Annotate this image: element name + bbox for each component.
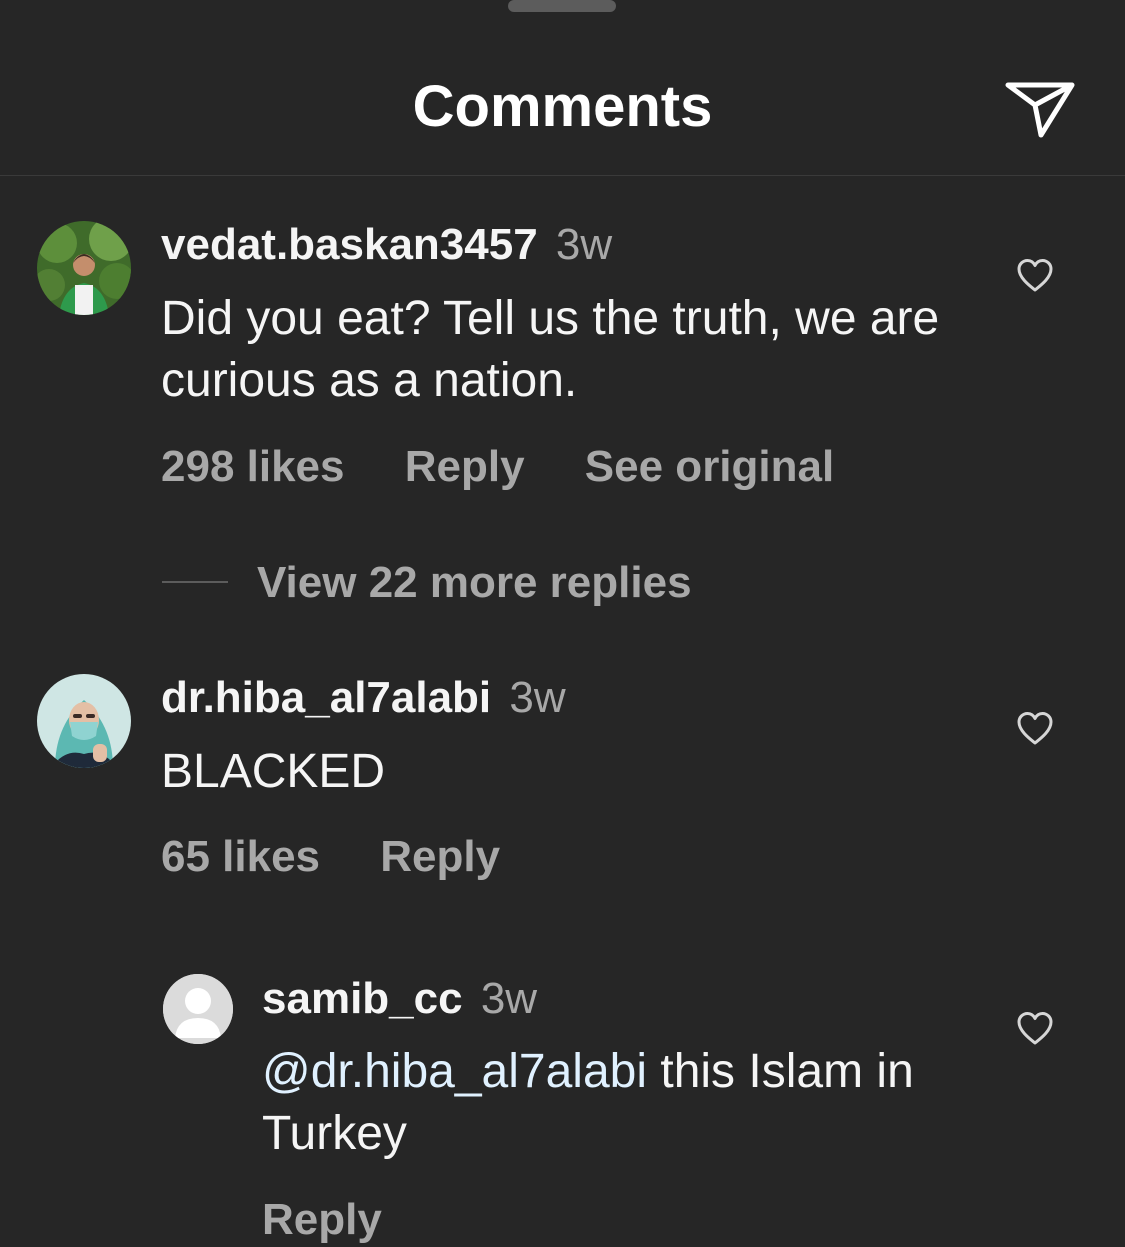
heart-icon[interactable] xyxy=(1016,258,1054,292)
comment-actions: 65 likes Reply xyxy=(161,830,548,884)
heart-icon[interactable] xyxy=(1016,1011,1054,1045)
avatar[interactable] xyxy=(163,974,233,1044)
heart-icon[interactable] xyxy=(1016,711,1054,745)
reply-button[interactable]: Reply xyxy=(380,832,500,881)
username[interactable]: samib_cc xyxy=(262,974,463,1023)
avatar[interactable] xyxy=(37,221,131,315)
comment-header: dr.hiba_al7alabi 3w xyxy=(161,671,566,725)
view-more-replies-button[interactable]: View 22 more replies xyxy=(257,556,692,610)
avatar[interactable] xyxy=(37,674,131,768)
timestamp: 3w xyxy=(555,220,613,269)
reply-button[interactable]: Reply xyxy=(262,1195,382,1244)
comment-actions: 298 likes Reply See original xyxy=(161,440,882,494)
replies-divider xyxy=(162,581,228,583)
see-original-button[interactable]: See original xyxy=(585,442,834,491)
username[interactable]: vedat.baskan3457 xyxy=(161,220,538,269)
comment-header: vedat.baskan3457 3w xyxy=(161,218,612,272)
likes-count[interactable]: 65 likes xyxy=(161,832,320,881)
mention-link[interactable]: @dr.hiba_al7alabi xyxy=(262,1045,647,1098)
comments-header: Comments xyxy=(0,0,1125,176)
username[interactable]: dr.hiba_al7alabi xyxy=(161,673,491,722)
paper-plane-icon[interactable] xyxy=(1004,78,1076,140)
page-title: Comments xyxy=(412,74,713,139)
comment-header: samib_cc 3w xyxy=(262,972,537,1026)
timestamp: 3w xyxy=(509,673,566,722)
comment-text: BLACKED xyxy=(161,745,386,798)
comment-text: Did you eat? Tell us the truth, we are c… xyxy=(161,292,940,407)
likes-count[interactable]: 298 likes xyxy=(161,442,345,491)
comment-text: @dr.hiba_al7alabi this Islam in Turkey xyxy=(262,1041,962,1165)
comment-actions: Reply xyxy=(262,1193,430,1247)
timestamp: 3w xyxy=(480,974,538,1023)
reply-button[interactable]: Reply xyxy=(405,442,525,491)
